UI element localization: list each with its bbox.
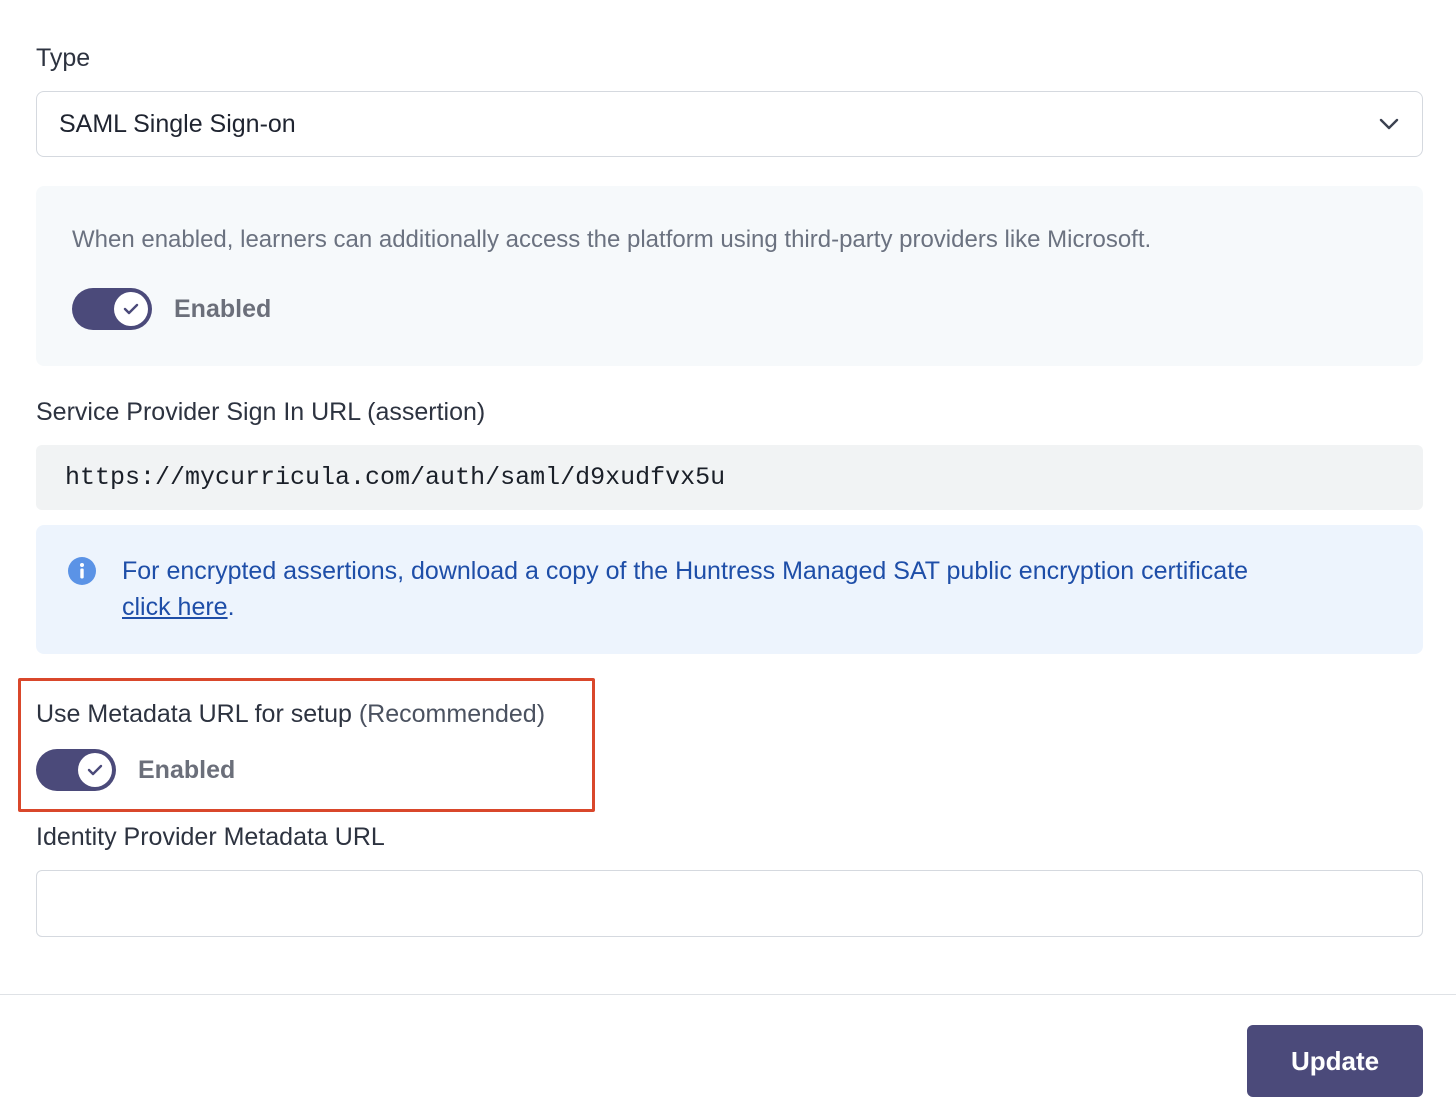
sso-toggle-row: Enabled (72, 288, 271, 330)
type-select[interactable]: SAML Single Sign-on (36, 91, 1423, 157)
sso-enabled-toggle[interactable] (72, 288, 152, 330)
sp-url-value[interactable]: https://mycurricula.com/auth/saml/d9xudf… (65, 463, 725, 492)
sso-toggle-label: Enabled (174, 294, 272, 323)
certificate-download-link[interactable]: click here (122, 593, 228, 621)
sp-url-box[interactable]: https://mycurricula.com/auth/saml/d9xudf… (36, 445, 1423, 510)
update-button[interactable]: Update (1247, 1025, 1423, 1097)
toggle-knob (114, 292, 148, 326)
encryption-info-message: For encrypted assertions, download a cop… (122, 557, 1249, 585)
type-label: Type (36, 44, 91, 72)
sp-url-label: Service Provider Sign In URL (assertion) (36, 398, 486, 426)
info-icon (67, 556, 97, 586)
check-icon (123, 303, 139, 315)
idp-metadata-label: Identity Provider Metadata URL (36, 823, 385, 851)
sso-description: When enabled, learners can additionally … (72, 226, 1152, 253)
encryption-info-text: For encrypted assertions, download a cop… (122, 553, 1392, 625)
type-select-value: SAML Single Sign-on (59, 109, 296, 138)
check-icon (87, 764, 103, 776)
sso-settings-panel: When enabled, learners can additionally … (36, 186, 1423, 366)
idp-metadata-url-input[interactable] (36, 870, 1423, 937)
encryption-info-callout: For encrypted assertions, download a cop… (36, 525, 1423, 654)
metadata-setup-label: Use Metadata URL for setup (Recommended) (36, 700, 545, 729)
footer-divider (0, 994, 1456, 995)
metadata-toggle-label: Enabled (138, 755, 236, 784)
metadata-toggle-row: Enabled (36, 749, 235, 791)
info-suffix: . (227, 593, 235, 621)
highlight-box (18, 678, 595, 812)
chevron-down-icon (1378, 113, 1400, 135)
toggle-knob (78, 753, 112, 787)
metadata-setup-label-text: Use Metadata URL for setup (36, 700, 352, 728)
metadata-url-toggle[interactable] (36, 749, 116, 791)
recommended-note: (Recommended) (358, 700, 546, 728)
